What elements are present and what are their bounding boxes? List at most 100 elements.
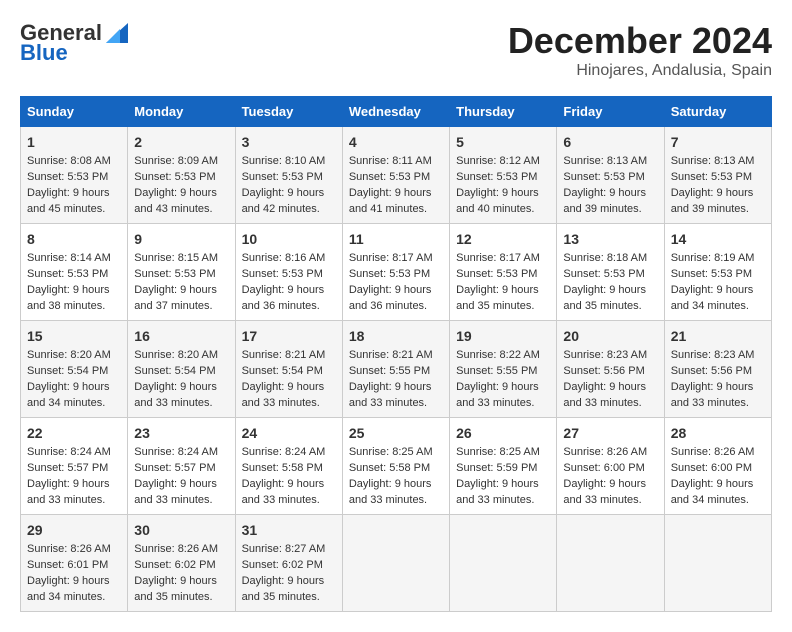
day-info: and 39 minutes. bbox=[563, 202, 657, 218]
day-info: Daylight: 9 hours bbox=[349, 283, 443, 299]
week-row: 15Sunrise: 8:20 AMSunset: 5:54 PMDayligh… bbox=[21, 321, 772, 418]
day-info: Sunrise: 8:11 AM bbox=[349, 154, 443, 170]
table-row: 17Sunrise: 8:21 AMSunset: 5:54 PMDayligh… bbox=[235, 321, 342, 418]
table-row: 5Sunrise: 8:12 AMSunset: 5:53 PMDaylight… bbox=[450, 127, 557, 224]
day-info: Daylight: 9 hours bbox=[134, 574, 228, 590]
day-info: and 33 minutes. bbox=[134, 493, 228, 509]
day-info: Sunset: 5:53 PM bbox=[349, 267, 443, 283]
day-info: Daylight: 9 hours bbox=[349, 186, 443, 202]
logo-arrow-icon bbox=[106, 23, 128, 43]
day-number: 26 bbox=[456, 423, 550, 443]
day-number: 1 bbox=[27, 132, 121, 152]
day-info: Daylight: 9 hours bbox=[27, 477, 121, 493]
day-number: 30 bbox=[134, 520, 228, 540]
day-info: and 33 minutes. bbox=[671, 396, 765, 412]
day-info: Sunset: 5:54 PM bbox=[134, 364, 228, 380]
day-info: Sunrise: 8:24 AM bbox=[134, 445, 228, 461]
day-info: Sunset: 5:55 PM bbox=[349, 364, 443, 380]
day-info: and 43 minutes. bbox=[134, 202, 228, 218]
day-info: Sunrise: 8:13 AM bbox=[671, 154, 765, 170]
day-number: 24 bbox=[242, 423, 336, 443]
day-info: Sunrise: 8:10 AM bbox=[242, 154, 336, 170]
table-row: 15Sunrise: 8:20 AMSunset: 5:54 PMDayligh… bbox=[21, 321, 128, 418]
day-info: Daylight: 9 hours bbox=[563, 283, 657, 299]
table-row: 18Sunrise: 8:21 AMSunset: 5:55 PMDayligh… bbox=[342, 321, 449, 418]
table-row: 19Sunrise: 8:22 AMSunset: 5:55 PMDayligh… bbox=[450, 321, 557, 418]
title-block: December 2024 Hinojares, Andalusia, Spai… bbox=[508, 20, 772, 80]
table-row bbox=[557, 515, 664, 612]
day-info: and 34 minutes. bbox=[27, 590, 121, 606]
day-info: Sunset: 5:53 PM bbox=[563, 267, 657, 283]
day-info: and 33 minutes. bbox=[349, 493, 443, 509]
day-info: and 35 minutes. bbox=[563, 299, 657, 315]
table-row: 20Sunrise: 8:23 AMSunset: 5:56 PMDayligh… bbox=[557, 321, 664, 418]
table-row: 30 Sunrise: 8:26 AMSunset: 6:02 PMDayligh… bbox=[128, 515, 235, 612]
day-number: 9 bbox=[134, 229, 228, 249]
page-title: December 2024 bbox=[508, 20, 772, 62]
day-info: Daylight: 9 hours bbox=[27, 380, 121, 396]
day-info: Sunset: 5:58 PM bbox=[242, 461, 336, 477]
day-info: Sunrise: 8:14 AM bbox=[27, 251, 121, 267]
table-row: 28Sunrise: 8:26 AMSunset: 6:00 PMDayligh… bbox=[664, 418, 771, 515]
day-info: Sunset: 5:57 PM bbox=[134, 461, 228, 477]
day-info: Sunset: 5:53 PM bbox=[563, 170, 657, 186]
day-number: 13 bbox=[563, 229, 657, 249]
table-row: 24Sunrise: 8:24 AMSunset: 5:58 PMDayligh… bbox=[235, 418, 342, 515]
day-info: Sunset: 5:53 PM bbox=[456, 267, 550, 283]
day-info: Sunrise: 8:20 AM bbox=[134, 348, 228, 364]
day-info: and 36 minutes. bbox=[242, 299, 336, 315]
day-info: Daylight: 9 hours bbox=[242, 477, 336, 493]
day-info: Sunrise: 8:26 AM bbox=[563, 445, 657, 461]
day-info: Sunset: 5:53 PM bbox=[27, 170, 121, 186]
day-info: Sunrise: 8:17 AM bbox=[456, 251, 550, 267]
day-info: Sunset: 5:53 PM bbox=[671, 267, 765, 283]
day-info: Sunrise: 8:21 AM bbox=[242, 348, 336, 364]
day-info: Sunrise: 8:19 AM bbox=[671, 251, 765, 267]
day-info: and 33 minutes. bbox=[456, 493, 550, 509]
day-number: 23 bbox=[134, 423, 228, 443]
day-number: 31 bbox=[242, 520, 336, 540]
day-info: Sunset: 5:53 PM bbox=[456, 170, 550, 186]
table-row: 13Sunrise: 8:18 AMSunset: 5:53 PMDayligh… bbox=[557, 224, 664, 321]
day-info: Daylight: 9 hours bbox=[349, 380, 443, 396]
week-row: 8Sunrise: 8:14 AMSunset: 5:53 PMDaylight… bbox=[21, 224, 772, 321]
logo-blue: Blue bbox=[20, 40, 68, 66]
day-number: 6 bbox=[563, 132, 657, 152]
day-number: 8 bbox=[27, 229, 121, 249]
day-info: and 33 minutes. bbox=[242, 396, 336, 412]
day-info: Daylight: 9 hours bbox=[242, 574, 336, 590]
day-info: Sunrise: 8:27 AM bbox=[242, 542, 336, 558]
table-row: 1Sunrise: 8:08 AMSunset: 5:53 PMDaylight… bbox=[21, 127, 128, 224]
table-row: 4Sunrise: 8:11 AMSunset: 5:53 PMDaylight… bbox=[342, 127, 449, 224]
day-number: 5 bbox=[456, 132, 550, 152]
day-info: Daylight: 9 hours bbox=[349, 477, 443, 493]
day-info: Daylight: 9 hours bbox=[563, 186, 657, 202]
col-header-wednesday: Wednesday bbox=[342, 97, 449, 127]
day-info: Sunrise: 8:26 AM bbox=[134, 542, 228, 558]
day-info: Sunset: 5:53 PM bbox=[242, 267, 336, 283]
table-row: 9Sunrise: 8:15 AMSunset: 5:53 PMDaylight… bbox=[128, 224, 235, 321]
page-header: General Blue December 2024 Hinojares, An… bbox=[20, 20, 772, 80]
day-number: 19 bbox=[456, 326, 550, 346]
day-info: Sunrise: 8:26 AM bbox=[27, 542, 121, 558]
day-info: Sunset: 5:59 PM bbox=[456, 461, 550, 477]
table-row: 21Sunrise: 8:23 AMSunset: 5:56 PMDayligh… bbox=[664, 321, 771, 418]
day-info: Daylight: 9 hours bbox=[134, 380, 228, 396]
day-info: Sunset: 5:56 PM bbox=[563, 364, 657, 380]
col-header-sunday: Sunday bbox=[21, 97, 128, 127]
day-number: 25 bbox=[349, 423, 443, 443]
day-info: Daylight: 9 hours bbox=[242, 283, 336, 299]
day-number: 12 bbox=[456, 229, 550, 249]
table-row: 22Sunrise: 8:24 AMSunset: 5:57 PMDayligh… bbox=[21, 418, 128, 515]
table-row: 26Sunrise: 8:25 AMSunset: 5:59 PMDayligh… bbox=[450, 418, 557, 515]
day-info: and 45 minutes. bbox=[27, 202, 121, 218]
day-info: Sunrise: 8:13 AM bbox=[563, 154, 657, 170]
day-info: Sunset: 5:53 PM bbox=[134, 267, 228, 283]
day-info: Sunset: 6:02 PM bbox=[134, 558, 228, 574]
table-row: 10Sunrise: 8:16 AMSunset: 5:53 PMDayligh… bbox=[235, 224, 342, 321]
day-info: Sunrise: 8:15 AM bbox=[134, 251, 228, 267]
day-info: and 35 minutes. bbox=[134, 590, 228, 606]
day-info: Daylight: 9 hours bbox=[134, 186, 228, 202]
day-info: and 33 minutes. bbox=[27, 493, 121, 509]
day-info: and 37 minutes. bbox=[134, 299, 228, 315]
